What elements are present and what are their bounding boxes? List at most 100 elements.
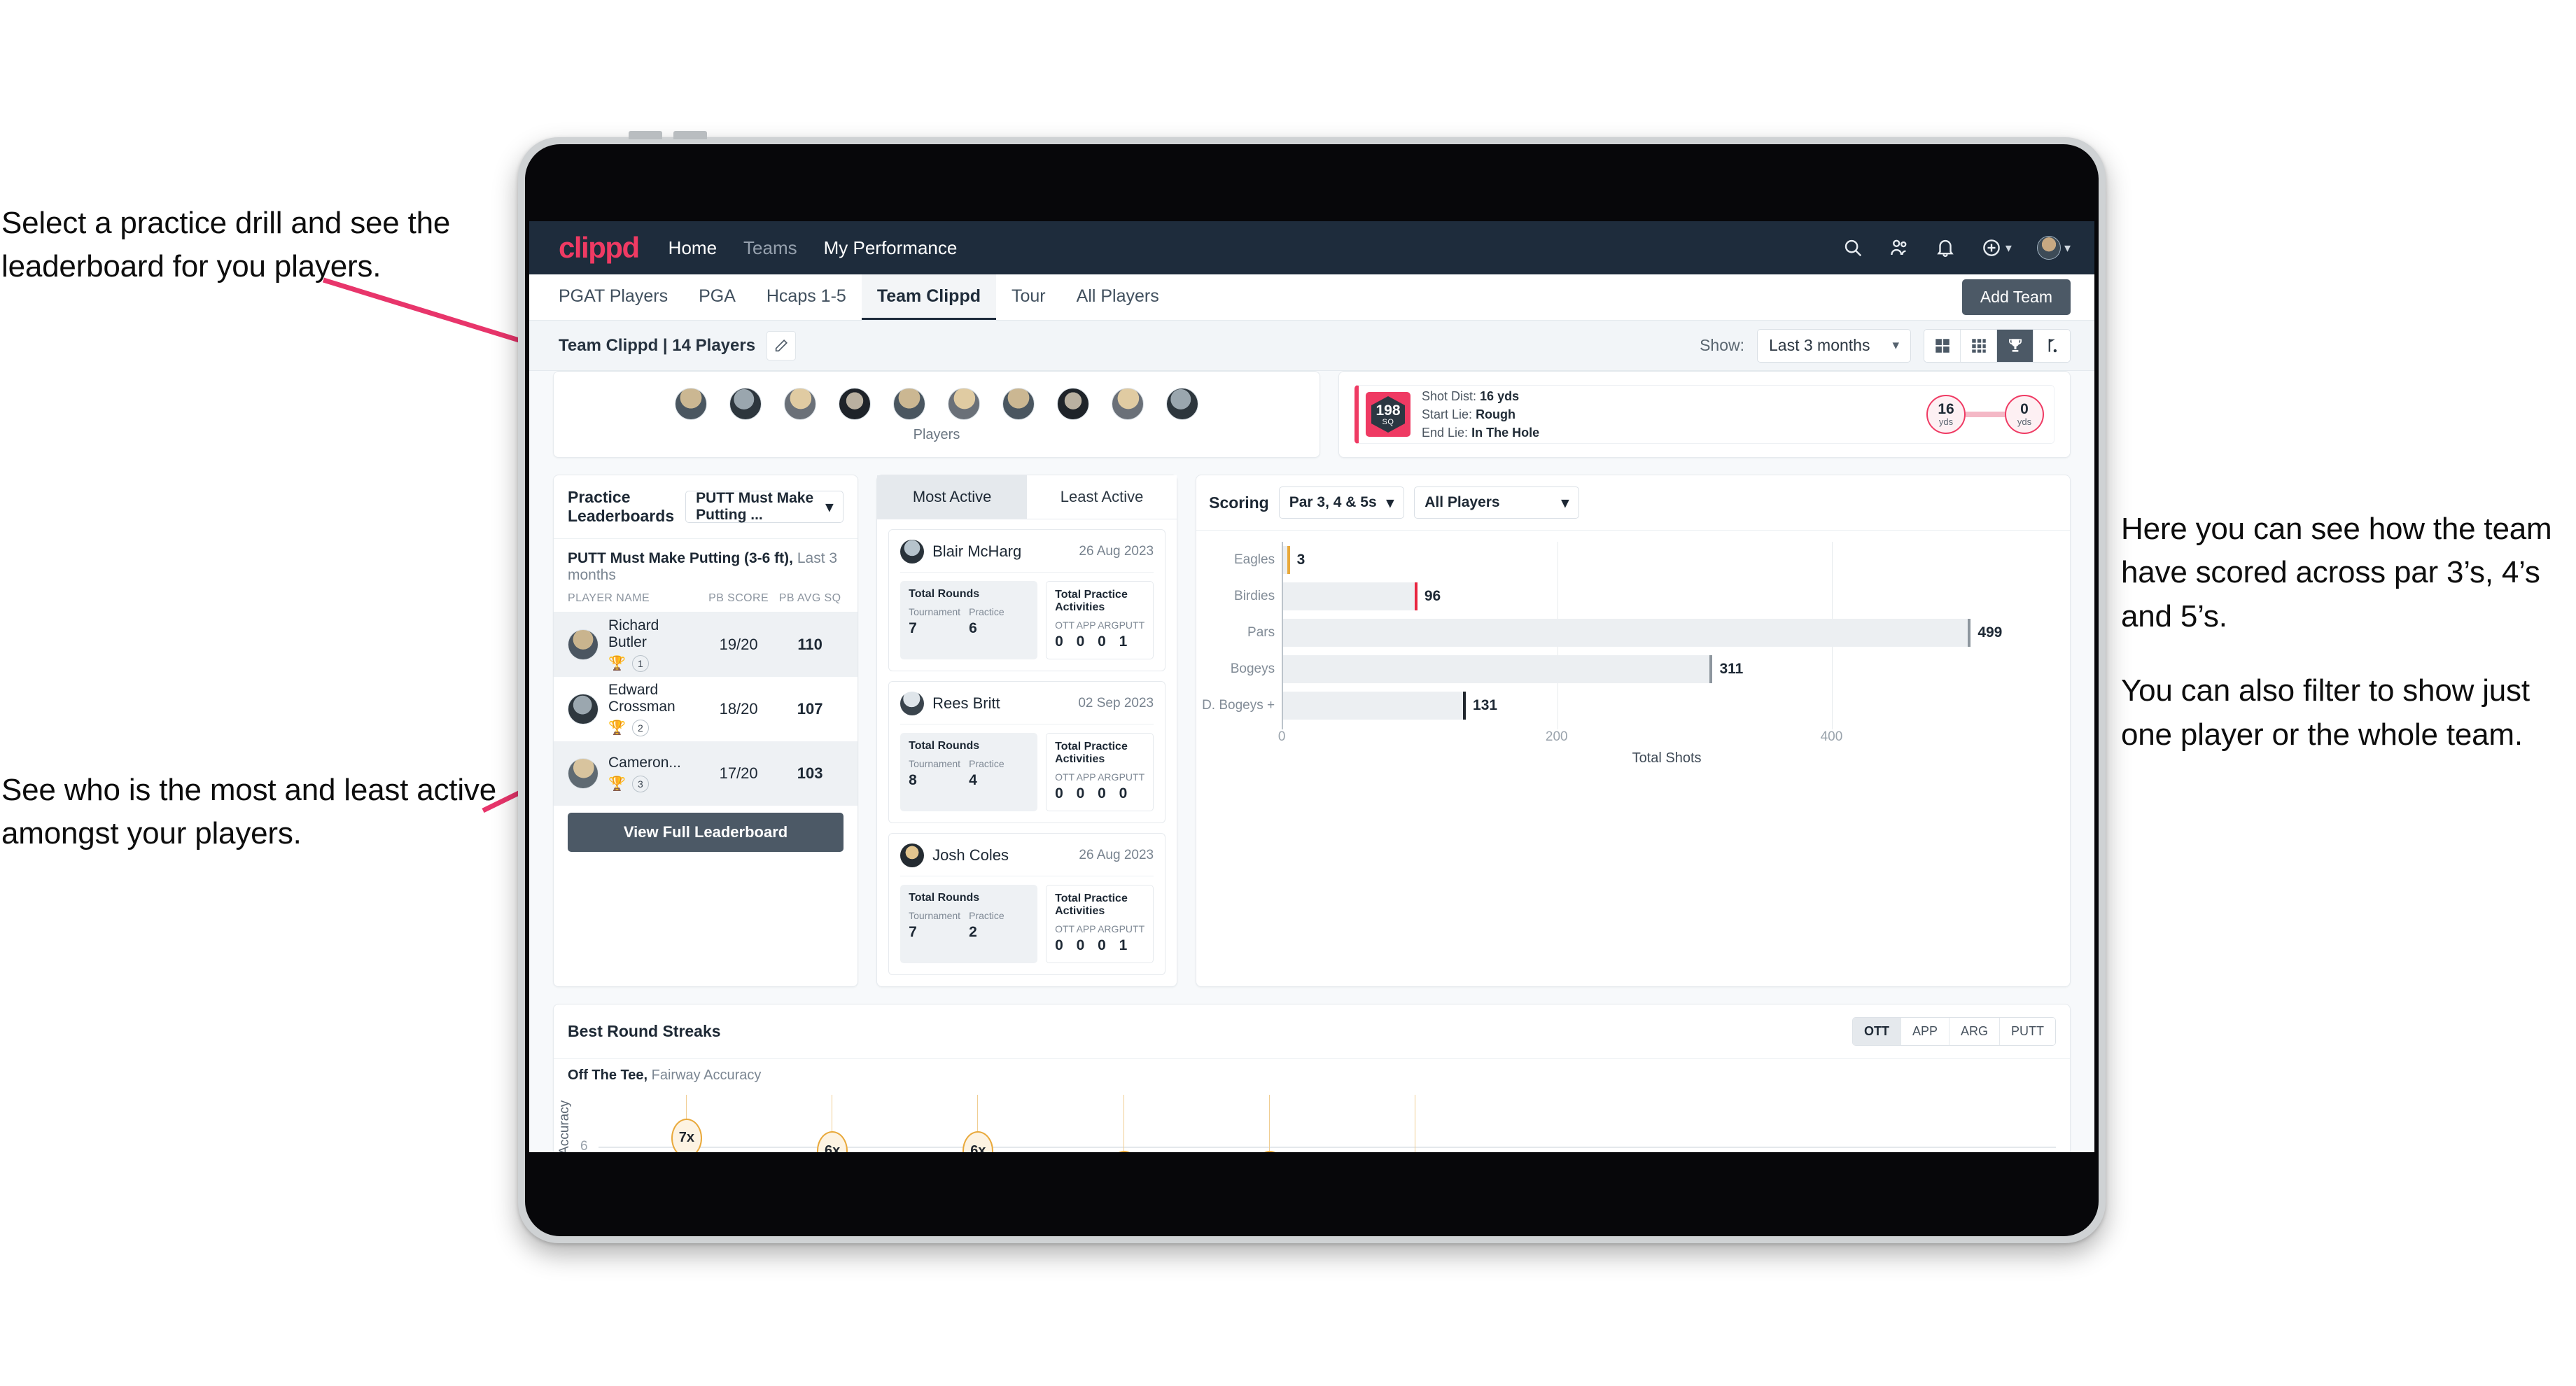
date-range-select[interactable]: Last 3 months ▾ [1757,328,1911,363]
list-item[interactable]: Rees Britt 02 Sep 2023 Total Rounds Tour… [888,681,1166,823]
grid-large-icon[interactable] [1924,329,1961,362]
bar-birdies[interactable]: Birdies 96 [1234,582,2052,610]
leaderboard-header: Practice Leaderboards PUTT Must Make Put… [554,475,858,538]
total-rounds-box: Total Rounds Tournament 7 [900,581,1038,659]
annotation-top-left: Select a practice drill and see the lead… [1,202,540,289]
tablet-bezel: clippd Home Teams My Performance ▾ ▾ PGA… [525,144,2099,1236]
list-item[interactable]: Blair McHarg 26 Aug 2023 Total Rounds To… [888,529,1166,671]
practice-label: Practice [969,606,1004,617]
list-item[interactable]: Josh Coles 26 Aug 2023 Total Rounds Tour… [888,833,1166,975]
avatar[interactable] [675,387,707,420]
bar-double-bogeys[interactable]: D. Bogeys + 131 [1202,692,2052,720]
volume-up-button[interactable] [629,131,662,139]
rank-number: 3 [631,776,649,792]
toggle-app[interactable]: APP [1900,1018,1949,1045]
trophy-icon[interactable] [1997,329,2033,362]
drill-select[interactable]: PUTT Must Make Putting ... ▾ [685,490,844,523]
toggle-putt[interactable]: PUTT [2000,1018,2055,1045]
main-nav: Home Teams My Performance [668,237,958,259]
tab-hcaps-1-5[interactable]: Hcaps 1-5 [751,274,862,320]
practice-values: OTT 0 APP 0 [1055,620,1144,650]
activity-date: 02 Sep 2023 [1078,696,1154,710]
bar-eagles[interactable]: Eagles 3 [1234,546,2052,574]
player-filter-select[interactable]: All Players ▾ [1414,486,1580,519]
rank-badge: 🏆 3 [608,776,701,792]
bar-label-eagles: Eagles [1234,552,1275,567]
avatar[interactable] [839,387,871,420]
tab-team-clippd[interactable]: Team Clippd [861,274,996,320]
avatar[interactable] [729,387,762,420]
streak-value: 5x [1108,1150,1140,1152]
streaks-title: Best Round Streaks [568,1022,721,1040]
people-icon[interactable] [1889,237,1910,258]
player-name: Cameron... [608,755,681,771]
bell-icon[interactable] [1935,237,1956,258]
activity-tabs: Most Active Least Active [877,475,1177,519]
shot-start-marker: 16 yds [1926,395,1966,434]
players-strip-card: Players [553,371,1320,458]
avatar[interactable] [893,387,925,420]
chart-plot-area: Eagles 3 Birdies 96 Pars 499 Bogeys 311 … [1202,542,2052,729]
plus-circle-icon[interactable] [1981,237,2002,258]
activity-header: Blair McHarg 26 Aug 2023 [900,540,1154,564]
end-yards-unit: yds [2017,416,2032,427]
player-name: Josh Coles [932,846,1009,864]
annotation-bottom-left: See who is the most and least active amo… [1,769,533,856]
ott-value: 0 [1055,937,1063,953]
avatar[interactable] [1057,387,1089,420]
add-menu[interactable]: ▾ [1981,237,2012,258]
tab-pga[interactable]: PGA [683,274,751,320]
start-yards-value: 16 [1938,401,1954,417]
tournament-value: 7 [909,620,917,636]
flag-icon[interactable] [2033,329,2070,362]
bar-bogeys[interactable]: Bogeys 311 [1231,655,2052,683]
avatar[interactable] [2036,236,2061,260]
table-row[interactable]: Richard Butler 🏆 1 19/20 110 [554,612,858,677]
volume-down-button[interactable] [673,131,707,139]
total-rounds-header: Total Rounds [909,588,980,600]
pencil-icon[interactable] [766,330,797,360]
player-filter-value: All Players [1424,494,1500,510]
nav-item-my-performance[interactable]: My Performance [824,237,958,259]
streak-point[interactable]: 7x [671,1118,702,1152]
view-full-leaderboard-button[interactable]: View Full Leaderboard [568,813,844,852]
avatar[interactable] [784,387,816,420]
bar-pars[interactable]: Pars 499 [1247,619,2052,647]
player-name: Richard Butler [608,617,659,650]
tablet-frame: clippd Home Teams My Performance ▾ ▾ PGA… [518,131,2106,1243]
avatar[interactable] [1166,387,1198,420]
avatar[interactable] [948,387,980,420]
table-row[interactable]: Cameron... 🏆 3 17/20 103 [554,741,858,806]
tab-pgat-players[interactable]: PGAT Players [559,274,683,320]
streaks-y-axis-label: Streak, Fairway Accuracy [557,1100,573,1152]
tab-least-active[interactable]: Least Active [1027,475,1177,519]
par-filter-select[interactable]: Par 3, 4 & 5s ▾ [1278,486,1405,519]
bar-value-birdies: 96 [1424,588,1441,604]
player-name: Edward Crossman [608,682,676,715]
app-header: clippd Home Teams My Performance ▾ ▾ [529,221,2094,274]
streaks-category-toggle: OTT APP ARG PUTT [1851,1017,2056,1046]
grid-small-icon[interactable] [1961,329,1997,362]
toggle-ott[interactable]: OTT [1852,1018,1901,1045]
xtick-200: 200 [1545,729,1568,744]
leaderboard-subtitle: PUTT Must Make Putting (3-6 ft), Last 3 … [554,539,858,592]
nav-item-teams[interactable]: Teams [743,237,797,259]
tab-tour[interactable]: Tour [996,274,1061,320]
account-menu[interactable]: ▾ [2036,236,2071,260]
clippd-logo[interactable]: clippd [559,231,640,265]
table-row[interactable]: Edward Crossman 🏆 2 18/20 107 [554,677,858,741]
add-team-button[interactable]: Add Team [1961,279,2071,315]
avatar[interactable] [1002,387,1035,420]
arg-stat: ARG 0 [1098,620,1119,650]
tab-most-active[interactable]: Most Active [877,475,1028,519]
view-mode-toggle [1924,328,2071,363]
shot-distance-viz: 16 yds 0 yds [1926,395,2054,434]
practice-value: 6 [969,620,977,636]
practice-activities-box: Total Practice Activities OTT 0 APP 0 AR… [1046,581,1154,659]
toggle-arg[interactable]: ARG [1949,1018,2000,1045]
tab-all-players[interactable]: All Players [1061,274,1175,320]
search-icon[interactable] [1842,237,1863,258]
avatar[interactable] [1112,387,1144,420]
nav-item-home[interactable]: Home [668,237,717,259]
arg-value: 0 [1098,937,1106,953]
